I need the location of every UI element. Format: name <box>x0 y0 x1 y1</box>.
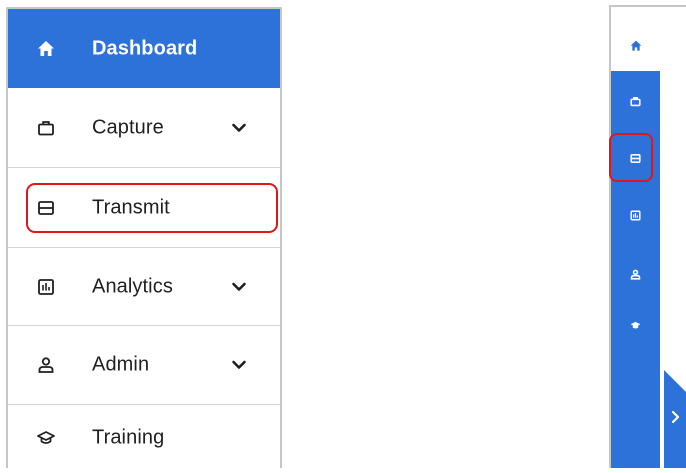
collapsed-sidebar <box>609 5 686 468</box>
sidebar-item-label: Capture <box>92 116 164 138</box>
sidebar-item-capture[interactable]: Capture <box>8 88 280 168</box>
collapsed-item-analytics[interactable] <box>611 197 660 237</box>
briefcase-icon <box>630 94 641 112</box>
home-icon <box>630 39 642 57</box>
graduation-cap-icon <box>630 318 641 336</box>
expanded-sidebar: Dashboard Capture Transmit Analytics Adm… <box>6 7 282 468</box>
expand-sidebar-button[interactable] <box>664 370 686 468</box>
chevron-down-icon[interactable] <box>230 119 248 137</box>
sidebar-item-label: Admin <box>92 353 150 376</box>
sidebar-item-label: Training <box>92 426 165 448</box>
chevron-down-icon[interactable] <box>230 278 248 296</box>
sidebar-item-label: Transmit <box>92 196 170 218</box>
sidebar-item-label: Dashboard <box>92 37 198 59</box>
sidebar-item-transmit[interactable]: Transmit <box>8 168 280 248</box>
sidebar-item-training[interactable]: Training <box>8 405 280 470</box>
collapsed-item-transmit[interactable] <box>611 140 660 180</box>
tray-icon <box>630 151 641 169</box>
collapsed-item-capture[interactable] <box>611 83 660 123</box>
user-icon <box>630 267 641 285</box>
chevron-down-icon[interactable] <box>230 356 248 374</box>
chart-icon <box>630 208 641 226</box>
sidebar-item-admin[interactable]: Admin <box>8 326 280 405</box>
chart-icon <box>36 277 56 297</box>
graduation-cap-icon <box>36 428 56 448</box>
briefcase-icon <box>36 118 56 138</box>
sidebar-item-analytics[interactable]: Analytics <box>8 248 280 326</box>
collapsed-item-dashboard[interactable] <box>611 25 660 71</box>
user-icon <box>36 355 56 375</box>
collapsed-item-training[interactable] <box>611 307 660 347</box>
home-icon <box>36 39 56 59</box>
sidebar-item-label: Analytics <box>92 275 173 297</box>
sidebar-item-dashboard[interactable]: Dashboard <box>8 9 280 88</box>
collapsed-item-admin[interactable] <box>611 256 660 296</box>
tray-icon <box>36 198 56 218</box>
